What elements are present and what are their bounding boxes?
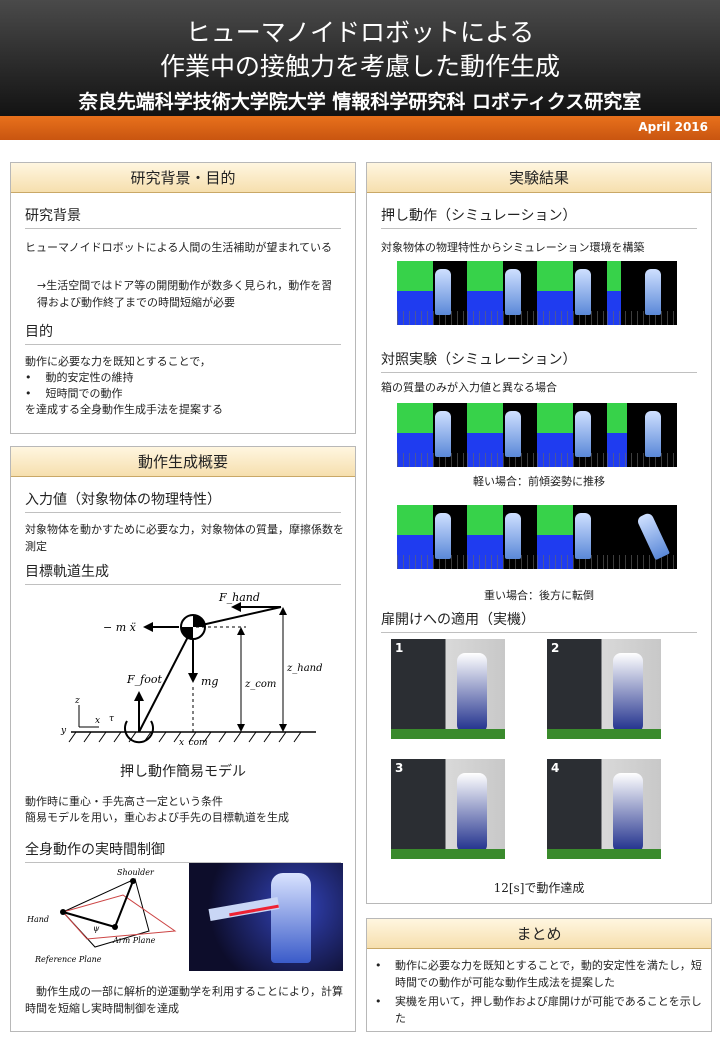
photo-number: 4 bbox=[551, 761, 560, 775]
psi-label: ψ bbox=[93, 924, 100, 933]
light-frame-1 bbox=[397, 403, 467, 467]
f-foot-label: F_foot bbox=[126, 673, 162, 686]
hand-label: Hand bbox=[26, 915, 49, 924]
robot-render-image bbox=[189, 863, 343, 971]
heavy-frame-4 bbox=[607, 505, 677, 569]
background-arrow-text: →生活空間ではドア等の開閉動作が数多く見られ，動作を習得および動作終了までの時間… bbox=[37, 279, 333, 309]
photo-number: 3 bbox=[395, 761, 404, 775]
control-text: 動作生成の一部に解析的逆運動学を利用することにより，計算時間を短縮し実時間制御を… bbox=[25, 985, 344, 1015]
subheading-background: 研究背景 bbox=[25, 205, 341, 229]
purpose-bullet-1: • 動的安定性の維持 bbox=[25, 371, 134, 384]
subheading-door: 扉開けへの適用（実機） bbox=[381, 609, 697, 633]
light-frame-2 bbox=[467, 403, 537, 467]
sim-frame-4 bbox=[607, 261, 677, 325]
x-com-label: x_com bbox=[179, 738, 208, 747]
summary-panel: まとめ • 動作に必要な力を既知とすることで，動的安定性を満たし，短時間での動作… bbox=[366, 918, 712, 1032]
subheading-purpose: 目的 bbox=[25, 321, 341, 345]
photo-number: 1 bbox=[395, 641, 404, 655]
photo-number: 2 bbox=[551, 641, 560, 655]
panel-title: 動作生成概要 bbox=[11, 447, 355, 477]
heavy-frame-1 bbox=[397, 505, 467, 569]
model-text-1: 動作時に重心・手先高さ一定という条件 bbox=[25, 795, 223, 808]
background-text: ヒューマノイドロボットによる人間の生活補助が望まれている bbox=[25, 241, 333, 254]
door-photo-1: 1 bbox=[391, 639, 505, 739]
subheading-input: 入力値（対象物体の物理特性） bbox=[25, 489, 341, 513]
subheading-push-sim: 押し動作（シミュレーション） bbox=[381, 205, 697, 229]
affiliation: 奈良先端科学技術大学院大学 情報科学研究科 ロボティクス研究室 bbox=[78, 91, 642, 113]
summary-bullet-1: • 動作に必要な力を既知とすることで，動的安定性を満たし，短時間での動作が可能な… bbox=[375, 957, 705, 991]
purpose-bullet-2-text: 短時間での動作 bbox=[45, 387, 123, 400]
panel-title: 研究背景・目的 bbox=[11, 163, 355, 193]
summary-bullet-1-text: 動作に必要な力を既知とすることで，動的安定性を満たし，短時間での動作が可能な動作… bbox=[395, 959, 702, 989]
x-axis-label: x bbox=[95, 716, 100, 726]
control-sim-text: 箱の質量のみが入力値と異なる場合 bbox=[381, 381, 557, 394]
subheading-control-sim: 対照実験（シミュレーション） bbox=[381, 349, 697, 373]
purpose-line-2: を達成する全身動作生成手法を提案する bbox=[25, 403, 223, 416]
panel-title: 実験結果 bbox=[367, 163, 711, 193]
mx-label: − m ẍ bbox=[103, 621, 137, 634]
bullet-dot: • bbox=[375, 959, 382, 972]
summary-bullet-2-text: 実機を用いて，押し動作および扉開けが可能であることを示した bbox=[395, 995, 702, 1025]
z-com-label: z_com bbox=[244, 679, 276, 690]
model-text-2: 簡易モデルを用い，重心および手先の目標軌道を生成 bbox=[25, 811, 289, 824]
subheading-trajectory: 目標軌道生成 bbox=[25, 561, 341, 585]
z-hand-label: z_hand bbox=[286, 663, 323, 674]
f-hand-label: F_hand bbox=[218, 591, 260, 604]
poster-header: ヒューマノイドロボットによる 作業中の接触力を考慮した動作生成 奈良先端科学技術… bbox=[0, 0, 720, 140]
push-model-diagram: F_hand − m ẍ mg z_com z_hand F_foot z x … bbox=[60, 591, 323, 747]
subheading-control: 全身動作の実時間制御 bbox=[25, 839, 341, 863]
shoulder-label: Shoulder bbox=[117, 868, 155, 877]
heavy-frame-3 bbox=[537, 505, 607, 569]
purpose-bullet-1-text: 動的安定性の維持 bbox=[45, 371, 134, 384]
push-sim-text: 対象物体の物理特性からシミュレーション環境を構築 bbox=[381, 241, 645, 254]
heavy-frame-2 bbox=[467, 505, 537, 569]
input-text: 対象物体を動かすために必要な力，対象物体の質量，摩擦係数を測定 bbox=[25, 523, 344, 553]
overview-panel: 動作生成概要 入力値（対象物体の物理特性） 対象物体を動かすために必要な力，対象… bbox=[10, 446, 356, 1032]
door-caption: 12[s]で動作達成 bbox=[493, 881, 585, 895]
sim-frame-1 bbox=[397, 261, 467, 325]
summary-bullet-2: • 実機を用いて，押し動作および扉開けが可能であることを示した bbox=[375, 993, 705, 1027]
accent-bar bbox=[0, 116, 720, 140]
light-frame-3 bbox=[537, 403, 607, 467]
panel-title: まとめ bbox=[367, 919, 711, 949]
y-axis-label: y bbox=[60, 726, 67, 736]
door-photo-2: 2 bbox=[547, 639, 661, 739]
bullet-dot: • bbox=[375, 995, 382, 1008]
sim-frame-2 bbox=[467, 261, 537, 325]
reference-plane-label: Reference Plane bbox=[34, 955, 102, 964]
mg-label: mg bbox=[201, 675, 218, 688]
model-caption: 押し動作簡易モデル bbox=[120, 764, 246, 780]
title-line-2: 作業中の接触力を考慮した動作生成 bbox=[159, 52, 560, 81]
arm-plane-label: Arm Plane bbox=[112, 936, 156, 945]
door-photo-3: 3 bbox=[391, 759, 505, 859]
sim-frame-3 bbox=[537, 261, 607, 325]
robot-body bbox=[271, 873, 311, 963]
light-caption: 軽い場合：前傾姿勢に推移 bbox=[473, 475, 605, 488]
door-photo-4: 4 bbox=[547, 759, 661, 859]
heavy-caption: 重い場合：後方に転倒 bbox=[484, 589, 594, 602]
purpose-line-1: 動作に必要な力を既知とすることで， bbox=[25, 355, 211, 368]
light-frame-4 bbox=[607, 403, 677, 467]
background-panel: 研究背景・目的 研究背景 ヒューマノイドロボットによる人間の生活補助が望まれてい… bbox=[10, 162, 356, 434]
purpose-bullet-2: • 短時間での動作 bbox=[25, 387, 123, 400]
date-label: April 2016 bbox=[638, 120, 708, 134]
tau-label: τ bbox=[109, 714, 115, 724]
title-line-1: ヒューマノイドロボットによる bbox=[185, 18, 535, 47]
results-panel: 実験結果 押し動作（シミュレーション） 対象物体の物理特性からシミュレーション環… bbox=[366, 162, 712, 904]
z-axis-label: z bbox=[74, 696, 80, 706]
arm-plane-diagram: Shoulder Hand Arm Plane Reference Plane … bbox=[26, 868, 177, 964]
